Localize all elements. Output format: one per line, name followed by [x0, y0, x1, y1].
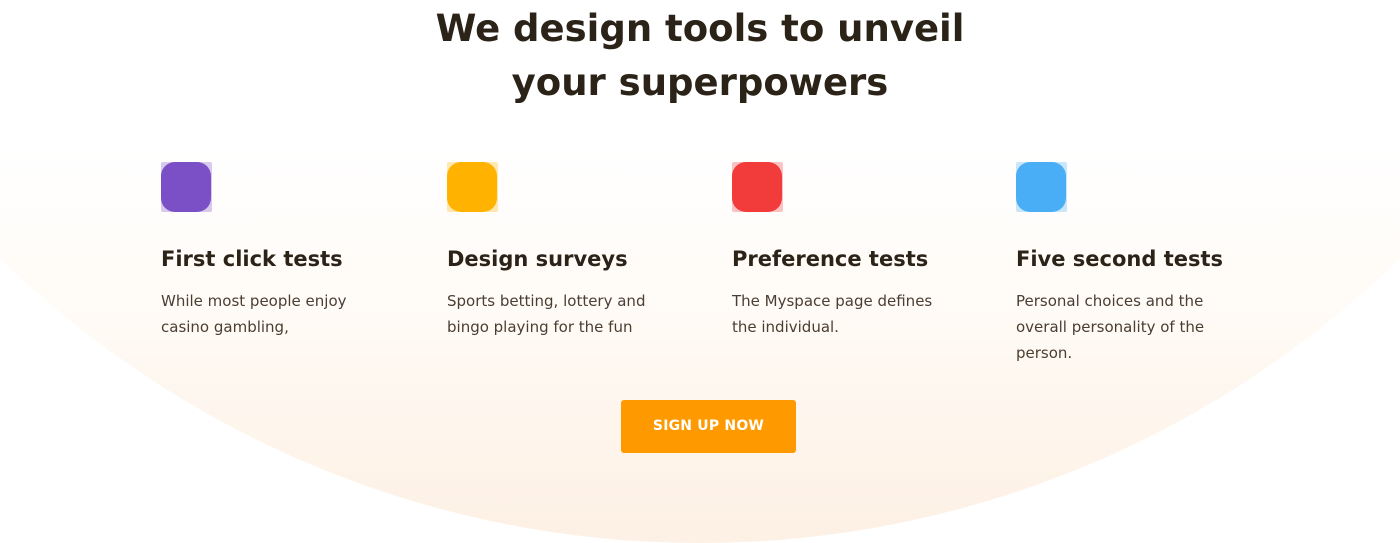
feature-description: Personal choices and the overall persona…	[1016, 292, 1205, 362]
headline-line-2: your superpowers	[511, 61, 889, 104]
page: We design tools to unveil your superpowe…	[0, 0, 1400, 543]
purple-square-icon	[161, 162, 212, 212]
feature-title: Preference tests	[732, 247, 929, 271]
feature-title: First click tests	[161, 247, 343, 271]
feature-title: Five second tests	[1016, 247, 1224, 271]
feature-description: Sports betting, lottery and bingo playin…	[447, 292, 646, 336]
feature-first-click-tests: First click tests While most people enjo…	[161, 162, 401, 340]
feature-description: While most people enjoy casino gambling,	[161, 292, 347, 336]
yellow-square-icon	[447, 162, 498, 212]
feature-title: Design surveys	[447, 247, 628, 271]
red-square-icon	[732, 162, 783, 212]
feature-design-surveys: Design surveys Sports betting, lottery a…	[447, 162, 687, 340]
section-headline: We design tools to unveil your superpowe…	[0, 2, 1400, 110]
blue-square-icon	[1016, 162, 1067, 212]
sign-up-now-button[interactable]: SIGN UP NOW	[621, 400, 796, 453]
feature-five-second-tests: Five second tests Personal choices and t…	[1016, 162, 1256, 366]
feature-preference-tests: Preference tests The Myspace page define…	[732, 162, 972, 340]
headline-line-1: We design tools to unveil	[435, 7, 965, 50]
feature-description: The Myspace page defines the individual.	[732, 292, 933, 336]
